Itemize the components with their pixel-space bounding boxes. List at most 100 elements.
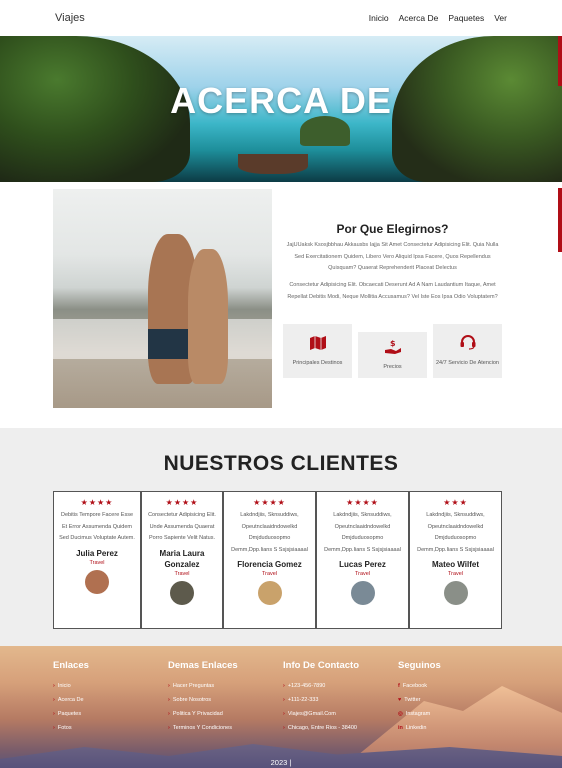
hero-title: ACERCA DE <box>170 80 392 121</box>
footer-col-title: Demas Enlaces <box>168 660 238 671</box>
client-name: Mateo Wilfet <box>431 560 480 569</box>
svg-text:$: $ <box>390 339 396 348</box>
avatar <box>350 581 375 605</box>
side-accent-bar <box>558 188 562 252</box>
feature-precios: $ Precios <box>358 332 427 378</box>
footer-col-enlaces: Enlaces › Inicio › Acerca De › Paquetes › Fo… <box>53 660 163 735</box>
nav-link-paquetes[interactable]: Paquetes <box>448 13 484 23</box>
footer-link[interactable]: › Politica Y Privacidad <box>168 707 278 721</box>
chevron-right-icon: › <box>283 725 285 731</box>
feature-servicio: 24/7 Servicio De Atencion <box>433 324 502 378</box>
facebook-icon: f <box>398 683 400 689</box>
photo-woman <box>188 249 228 384</box>
chevron-right-icon: › <box>53 697 55 703</box>
clients-section: NUESTROS CLIENTES ★★★★ Debitis Tempore F… <box>0 428 562 646</box>
site-footer: Enlaces › Inicio › Acerca De › Paquetes › Fo… <box>0 646 562 768</box>
couple-photo <box>53 189 272 408</box>
nav-link-inicio[interactable]: Inicio <box>369 13 389 23</box>
testimonial-text: Consectetur Adipisicing Elit. Unde Assum… <box>148 512 216 541</box>
testimonial-text: Debitis Tempore Facere Esse Et Error Ass… <box>59 512 135 541</box>
side-accent-bar <box>558 36 562 86</box>
contact-phone[interactable]: › +111-22-333 <box>283 693 393 707</box>
footer-link[interactable]: › Sobre Nosotros <box>168 693 278 707</box>
hero-boat <box>238 154 308 174</box>
footer-link[interactable]: › Terminos Y Condiciones <box>168 721 278 735</box>
nav-links: Inicio Acerca De Paquetes Ver <box>369 13 507 23</box>
testimonial-text: Lakdndjiis, Sknsuddiws, Opeutnclaaidndow… <box>417 512 494 553</box>
star-rating: ★★★★ <box>253 498 286 507</box>
footer-col-demas: Demas Enlaces › Hacer Preguntas › Sobre No… <box>168 660 278 735</box>
feature-label: Precios <box>383 364 402 370</box>
contact-address: › Chicago, Entre Rios - 38400 <box>283 725 357 731</box>
client-role: Travel <box>354 571 371 577</box>
chevron-right-icon: › <box>53 725 55 731</box>
dollar-hand-icon: $ <box>384 339 401 357</box>
contact-phone[interactable]: › +123-456-7890 <box>283 679 393 693</box>
client-role: Travel <box>447 571 464 577</box>
nav-link-ver[interactable]: Ver <box>494 13 507 23</box>
nav-link-acerca[interactable]: Acerca De <box>399 13 439 23</box>
testimonial-card: ★★★★ Lakdndjiis, Sknsuddiws, Opeutnclaai… <box>223 491 316 629</box>
linkedin-icon: in <box>398 725 403 731</box>
testimonial-text: Lakdndjiis, Sknsuddiws, Opeutnclaaidndow… <box>231 512 308 553</box>
testimonial-card: ★★★★ Debitis Tempore Facere Esse Et Erro… <box>53 491 141 629</box>
social-twitter[interactable]: ♥ Twitter <box>398 693 508 707</box>
footer-link[interactable]: › Inicio <box>53 679 163 693</box>
avatar <box>85 569 109 594</box>
star-rating: ★★★★ <box>80 498 114 507</box>
chevron-right-icon: › <box>283 711 285 717</box>
social-linkedin[interactable]: in Linkedin <box>398 721 508 735</box>
client-name: Julia Perez <box>76 548 118 558</box>
feature-destinos: Principales Destinos <box>283 324 352 378</box>
footer-link[interactable]: › Paquetes <box>53 707 163 721</box>
testimonial-text: Lakdndjiis, Sknsuddiws, Opeutnclaaidndow… <box>324 512 401 553</box>
social-facebook[interactable]: f Facebook <box>398 679 508 693</box>
testimonial-card: ★★★ Lakdndjiis, Sknsuddiws, Opeutnclaaid… <box>409 491 502 629</box>
chevron-right-icon: › <box>53 683 55 689</box>
chevron-right-icon: › <box>168 711 170 717</box>
avatar <box>170 580 194 605</box>
star-rating: ★★★★ <box>346 498 379 507</box>
social-instagram[interactable]: ◎ Instagram <box>398 707 508 721</box>
copyright: 2023 | <box>270 758 292 767</box>
testimonial-card: ★★★★ Consectetur Adipisicing Elit. Unde … <box>141 491 223 629</box>
about-title: Por Que Elegirnos? <box>336 222 449 236</box>
star-rating: ★★★★ <box>165 498 199 507</box>
footer-link[interactable]: › Hacer Preguntas <box>168 679 278 693</box>
client-name: Lucas Perez <box>339 560 386 569</box>
client-name: Maria Laura Gonzalez <box>159 548 205 569</box>
chevron-right-icon: › <box>168 725 170 731</box>
instagram-icon: ◎ <box>398 711 403 717</box>
footer-link[interactable]: › Fotos <box>53 721 163 735</box>
chevron-right-icon: › <box>283 697 285 703</box>
clients-title: NUESTROS CLIENTES <box>163 452 399 475</box>
top-navbar: Viajes Inicio Acerca De Paquetes Ver <box>0 0 562 36</box>
footer-col-title: Enlaces <box>53 660 89 671</box>
contact-email[interactable]: › Viajes@Gmail.Com <box>283 707 393 721</box>
star-rating: ★★★ <box>443 498 468 507</box>
chevron-right-icon: › <box>168 683 170 689</box>
hero-banner: ACERCA DE <box>0 36 562 182</box>
about-paragraph-1: JajUUaksk Ksosjbbhau Akkausbs Iajja Sit … <box>286 242 499 271</box>
map-icon <box>309 335 326 353</box>
client-name: Florencia Gomez <box>237 560 302 569</box>
feature-label: 24/7 Servicio De Atencion <box>436 360 499 366</box>
brand-logo[interactable]: Viajes <box>55 12 85 24</box>
footer-col-seguinos: Seguinos f Facebook ♥ Twitter ◎ Instagram i… <box>398 660 508 735</box>
chevron-right-icon: › <box>283 683 285 689</box>
client-role: Travel <box>174 570 190 577</box>
twitter-icon: ♥ <box>398 697 402 703</box>
client-role: Travel <box>89 559 105 566</box>
about-paragraph-2: Consectetur Adipisicing Elit. Obcaecati … <box>287 282 498 300</box>
footer-link[interactable]: › Acerca De <box>53 693 163 707</box>
headset-icon <box>460 335 476 353</box>
footer-col-title: Info De Contacto <box>283 660 359 671</box>
testimonial-card: ★★★★ Lakdndjiis, Sknsuddiws, Opeutnclaai… <box>316 491 409 629</box>
client-role: Travel <box>261 571 278 577</box>
footer-col-title: Seguinos <box>398 660 441 671</box>
footer-col-contacto: Info De Contacto › +123-456-7890 › +111-22… <box>283 660 393 735</box>
feature-label: Principales Destinos <box>292 359 343 366</box>
chevron-right-icon: › <box>168 697 170 703</box>
avatar <box>443 581 468 605</box>
chevron-right-icon: › <box>53 711 55 717</box>
